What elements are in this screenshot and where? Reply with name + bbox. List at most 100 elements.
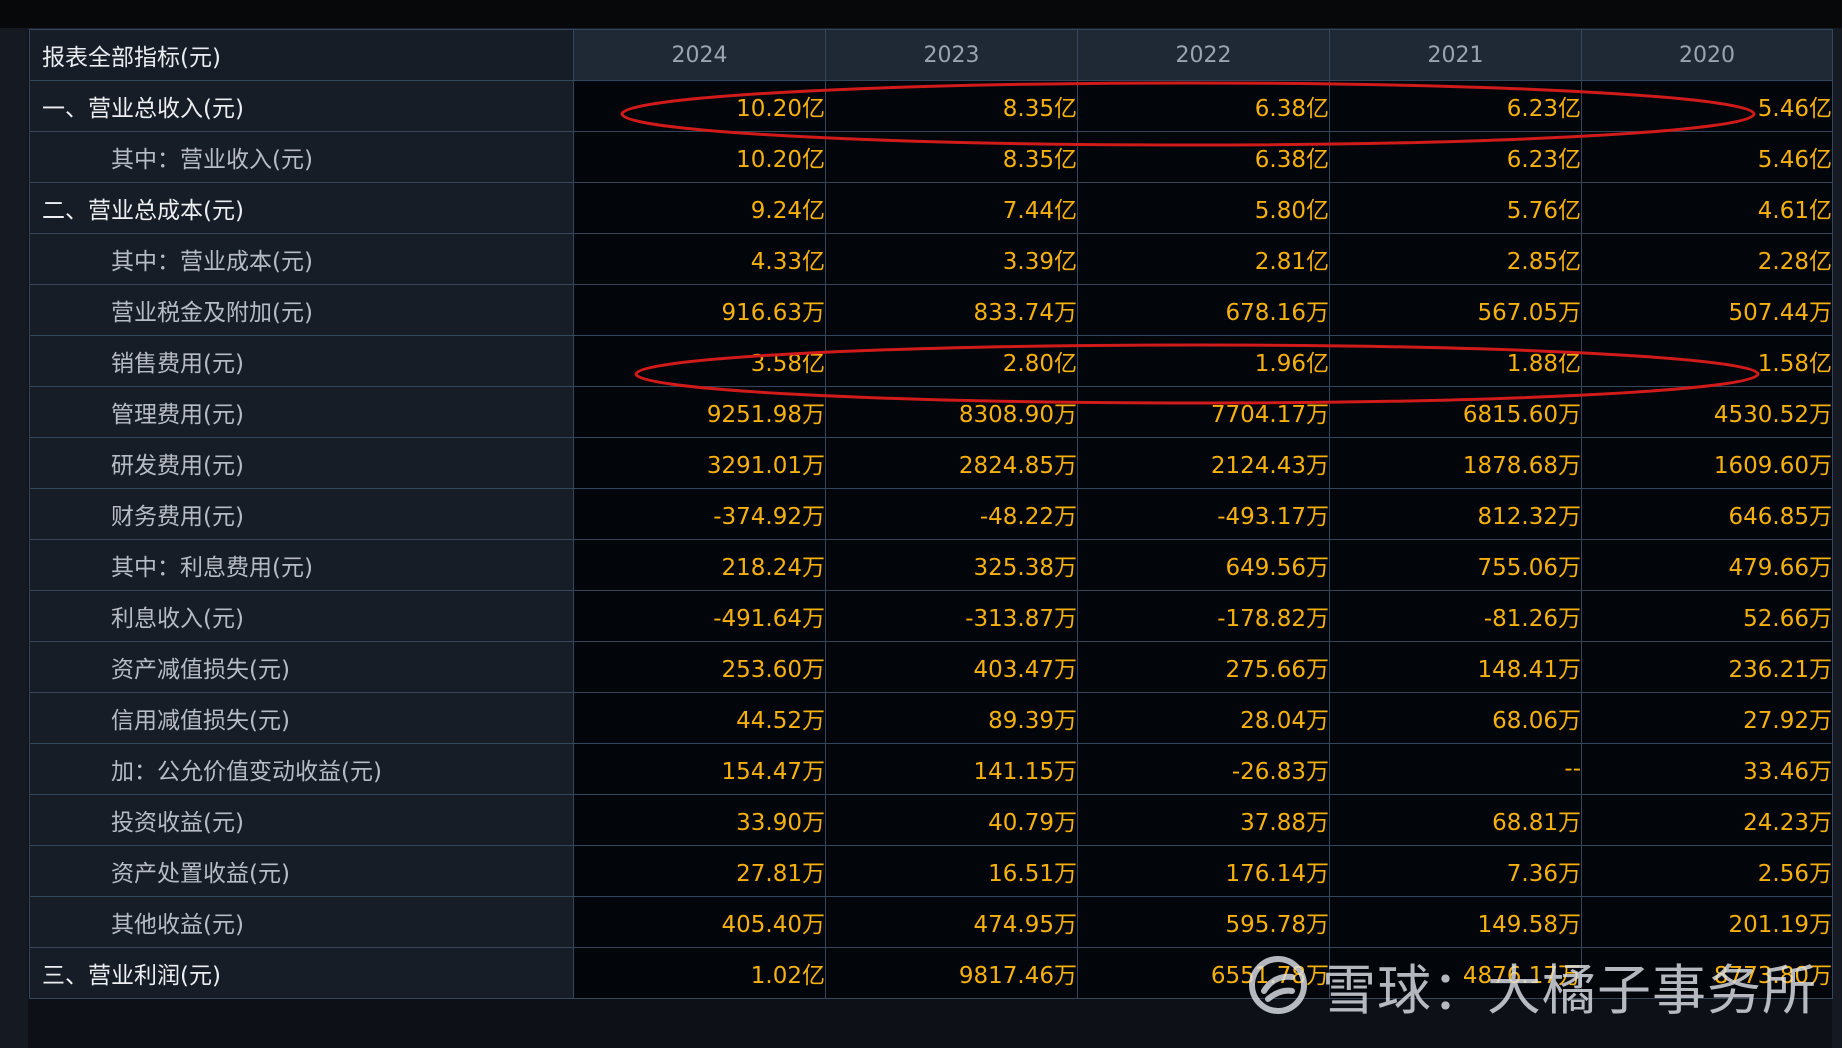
table-row[interactable]: 销售费用(元) 3.58亿 2.80亿 1.96亿 1.88亿 1.58亿 bbox=[29, 335, 1833, 387]
value-cell-2023: 8.35亿 bbox=[825, 131, 1078, 183]
value-cell-2022: 5.80亿 bbox=[1077, 182, 1330, 234]
value-cell-2021: 68.06万 bbox=[1329, 692, 1582, 744]
row-label: 营业税金及附加(元) bbox=[29, 284, 574, 336]
table-row[interactable]: 研发费用(元) 3291.01万 2824.85万 2124.43万 1878.68万 1… bbox=[29, 437, 1833, 489]
table-row[interactable]: 财务费用(元) -374.92万 -48.22万 -493.17万 812.32万 646… bbox=[29, 488, 1833, 540]
value-cell-2024: 9.24亿 bbox=[573, 182, 826, 234]
value-cell-2023: -313.87万 bbox=[825, 590, 1078, 642]
value-cell-2022: 6.38亿 bbox=[1077, 80, 1330, 132]
value-cell-2021: 148.41万 bbox=[1329, 641, 1582, 693]
value-cell-2024: 405.40万 bbox=[573, 896, 826, 948]
value-cell-2021: 812.32万 bbox=[1329, 488, 1582, 540]
value-cell-2021: 755.06万 bbox=[1329, 539, 1582, 591]
value-cell-2020: 8773.80万 bbox=[1581, 947, 1833, 999]
table-row[interactable]: 三、营业利润(元) 1.02亿 9817.46万 6551.78万 4876.17万 87… bbox=[29, 947, 1833, 999]
value-cell-2021: 6.23亿 bbox=[1329, 80, 1582, 132]
value-cell-2021: 6.23亿 bbox=[1329, 131, 1582, 183]
value-cell-2024: 3.58亿 bbox=[573, 335, 826, 387]
table-row[interactable]: 其中：营业成本(元) 4.33亿 3.39亿 2.81亿 2.85亿 2.28亿 bbox=[29, 233, 1833, 285]
row-label: 三、营业利润(元) bbox=[29, 947, 574, 999]
value-cell-2023: 3.39亿 bbox=[825, 233, 1078, 285]
row-label: 其他收益(元) bbox=[29, 896, 574, 948]
value-cell-2022: 6551.78万 bbox=[1077, 947, 1330, 999]
value-cell-2024: -374.92万 bbox=[573, 488, 826, 540]
row-label: 其中：利息费用(元) bbox=[29, 539, 574, 591]
table-row[interactable]: 其中：营业收入(元) 10.20亿 8.35亿 6.38亿 6.23亿 5.46亿 bbox=[29, 131, 1833, 183]
value-cell-2020: 646.85万 bbox=[1581, 488, 1833, 540]
table-row[interactable]: 其他收益(元) 405.40万 474.95万 595.78万 149.58万 201.1… bbox=[29, 896, 1833, 948]
value-cell-2020: 24.23万 bbox=[1581, 794, 1833, 846]
table-row[interactable]: 资产减值损失(元) 253.60万 403.47万 275.66万 148.41万 236… bbox=[29, 641, 1833, 693]
value-cell-2021: 1.88亿 bbox=[1329, 335, 1582, 387]
value-cell-2022: 2124.43万 bbox=[1077, 437, 1330, 489]
value-cell-2022: 275.66万 bbox=[1077, 641, 1330, 693]
value-cell-2021: 6815.60万 bbox=[1329, 386, 1582, 438]
table-row[interactable]: 信用减值损失(元) 44.52万 89.39万 28.04万 68.06万 27.92万 bbox=[29, 692, 1833, 744]
value-cell-2023: 2824.85万 bbox=[825, 437, 1078, 489]
value-cell-2024: 218.24万 bbox=[573, 539, 826, 591]
row-label: 资产减值损失(元) bbox=[29, 641, 574, 693]
row-label: 其中：营业成本(元) bbox=[29, 233, 574, 285]
value-cell-2022: 678.16万 bbox=[1077, 284, 1330, 336]
value-cell-2023: 2.80亿 bbox=[825, 335, 1078, 387]
value-cell-2020: 1609.60万 bbox=[1581, 437, 1833, 489]
value-cell-2022: -493.17万 bbox=[1077, 488, 1330, 540]
value-cell-2022: 28.04万 bbox=[1077, 692, 1330, 744]
left-margin bbox=[0, 28, 28, 1048]
table-row[interactable]: 管理费用(元) 9251.98万 8308.90万 7704.17万 6815.60万 4… bbox=[29, 386, 1833, 438]
value-cell-2023: 141.15万 bbox=[825, 743, 1078, 795]
value-cell-2022: 6.38亿 bbox=[1077, 131, 1330, 183]
value-cell-2023: 833.74万 bbox=[825, 284, 1078, 336]
value-cell-2023: 325.38万 bbox=[825, 539, 1078, 591]
value-cell-2023: 474.95万 bbox=[825, 896, 1078, 948]
value-cell-2021: 567.05万 bbox=[1329, 284, 1582, 336]
year-header-2020[interactable]: 2020 bbox=[1581, 29, 1833, 81]
value-cell-2021: 68.81万 bbox=[1329, 794, 1582, 846]
value-cell-2020: 52.66万 bbox=[1581, 590, 1833, 642]
value-cell-2024: 27.81万 bbox=[573, 845, 826, 897]
value-cell-2022: 649.56万 bbox=[1077, 539, 1330, 591]
value-cell-2020: 5.46亿 bbox=[1581, 80, 1833, 132]
value-cell-2023: 403.47万 bbox=[825, 641, 1078, 693]
table-row[interactable]: 其中：利息费用(元) 218.24万 325.38万 649.56万 755.06万 47… bbox=[29, 539, 1833, 591]
value-cell-2021: -- bbox=[1329, 743, 1582, 795]
value-cell-2023: 9817.46万 bbox=[825, 947, 1078, 999]
value-cell-2020: 479.66万 bbox=[1581, 539, 1833, 591]
row-label: 加：公允价值变动收益(元) bbox=[29, 743, 574, 795]
value-cell-2024: 10.20亿 bbox=[573, 131, 826, 183]
value-cell-2022: -178.82万 bbox=[1077, 590, 1330, 642]
value-cell-2020: 507.44万 bbox=[1581, 284, 1833, 336]
year-header-2023[interactable]: 2023 bbox=[825, 29, 1078, 81]
row-label: 投资收益(元) bbox=[29, 794, 574, 846]
value-cell-2024: -491.64万 bbox=[573, 590, 826, 642]
table-row[interactable]: 利息收入(元) -491.64万 -313.87万 -178.82万 -81.26万 52… bbox=[29, 590, 1833, 642]
value-cell-2021: -81.26万 bbox=[1329, 590, 1582, 642]
year-header-2021[interactable]: 2021 bbox=[1329, 29, 1582, 81]
table-row[interactable]: 营业税金及附加(元) 916.63万 833.74万 678.16万 567.05万 50… bbox=[29, 284, 1833, 336]
row-label: 销售费用(元) bbox=[29, 335, 574, 387]
value-cell-2022: 176.14万 bbox=[1077, 845, 1330, 897]
year-header-2024[interactable]: 2024 bbox=[573, 29, 826, 81]
table-row[interactable]: 二、营业总成本(元) 9.24亿 7.44亿 5.80亿 5.76亿 4.61亿 bbox=[29, 182, 1833, 234]
year-header-2022[interactable]: 2022 bbox=[1077, 29, 1330, 81]
value-cell-2023: 7.44亿 bbox=[825, 182, 1078, 234]
table-row[interactable]: 一、营业总收入(元) 10.20亿 8.35亿 6.38亿 6.23亿 5.46亿 bbox=[29, 80, 1833, 132]
table-row[interactable]: 资产处置收益(元) 27.81万 16.51万 176.14万 7.36万 2.56万 bbox=[29, 845, 1833, 897]
value-cell-2024: 10.20亿 bbox=[573, 80, 826, 132]
value-cell-2022: 7704.17万 bbox=[1077, 386, 1330, 438]
row-label: 管理费用(元) bbox=[29, 386, 574, 438]
value-cell-2022: 595.78万 bbox=[1077, 896, 1330, 948]
top-toolbar bbox=[0, 0, 1842, 30]
value-cell-2024: 9251.98万 bbox=[573, 386, 826, 438]
value-cell-2021: 7.36万 bbox=[1329, 845, 1582, 897]
table-row[interactable]: 加：公允价值变动收益(元) 154.47万 141.15万 -26.83万 -- 33.4… bbox=[29, 743, 1833, 795]
value-cell-2024: 916.63万 bbox=[573, 284, 826, 336]
value-cell-2020: 236.21万 bbox=[1581, 641, 1833, 693]
value-cell-2022: -26.83万 bbox=[1077, 743, 1330, 795]
table-row[interactable]: 投资收益(元) 33.90万 40.79万 37.88万 68.81万 24.23万 bbox=[29, 794, 1833, 846]
value-cell-2022: 1.96亿 bbox=[1077, 335, 1330, 387]
value-cell-2020: 201.19万 bbox=[1581, 896, 1833, 948]
value-cell-2023: -48.22万 bbox=[825, 488, 1078, 540]
value-cell-2023: 16.51万 bbox=[825, 845, 1078, 897]
right-margin bbox=[1832, 28, 1842, 1048]
